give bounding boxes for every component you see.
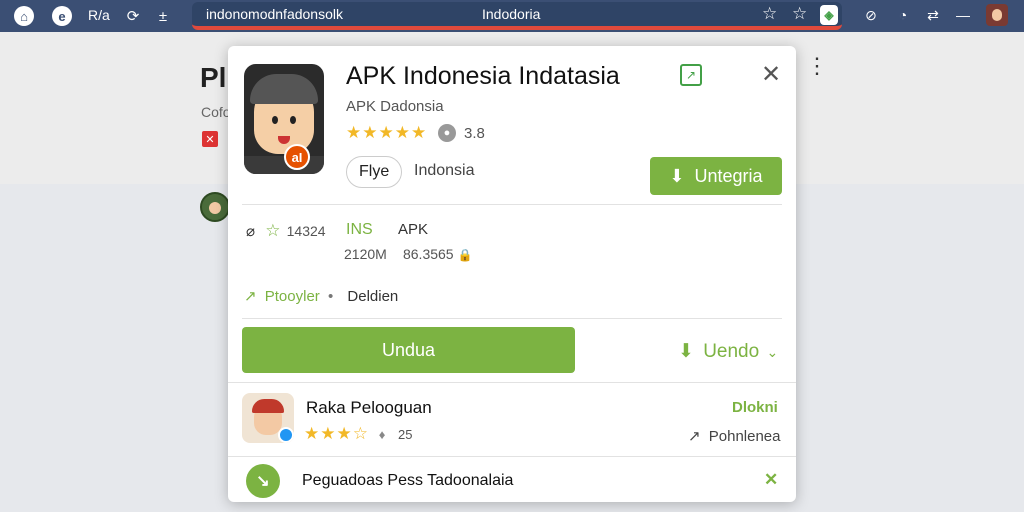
footer-close-icon[interactable]: ✕ (764, 470, 778, 490)
messenger-badge-icon (278, 427, 294, 443)
app-icon-eye (290, 116, 296, 124)
meta-type: APK (398, 221, 429, 238)
meta-row-2: 2120M 86.3565 🔒 (344, 246, 544, 263)
user-icon: ● (438, 124, 456, 142)
block-icon[interactable]: ⊘ (862, 6, 880, 24)
divider (242, 318, 782, 319)
tag-icon: ⌀ (246, 223, 256, 240)
close-icon[interactable]: ✕ (761, 60, 781, 89)
browser-toolbar: ⌂ e R/a ⟳ ± indonomodnfadonsolk Indodori… (0, 0, 1024, 32)
app-developer[interactable]: APK Dadonsia (346, 98, 444, 115)
background-page-title: Pl (200, 62, 227, 93)
meta-label: Ptooyler (264, 288, 320, 305)
version-code: 86.3565 (402, 246, 454, 262)
app-rating-stars: ★★★★★ (346, 123, 428, 142)
related-app-count: 25 (398, 427, 413, 442)
chevron-down-icon: ⌄ (766, 344, 779, 360)
adjust-icon[interactable]: ± (152, 5, 174, 27)
background-avatar (200, 192, 230, 222)
thumb-icon: ♦ (378, 427, 387, 442)
share-icon[interactable]: ↗ (680, 64, 702, 86)
related-app-icon[interactable] (242, 393, 294, 443)
category-pill[interactable]: Flye (346, 156, 403, 188)
download-button-label: Undua (381, 339, 436, 360)
lock-icon: 🔒 (457, 248, 473, 262)
download-icon: ⬇ (669, 165, 685, 186)
file-size: 2120M (344, 246, 387, 262)
more-options-icon[interactable]: ⋮ (806, 55, 828, 77)
app-icon-cap (250, 74, 318, 104)
address-bar[interactable]: indonomodnfadonsolk Indodoria ☆ ☆ ◈ (192, 2, 842, 30)
background-badge-icon: ✕ (202, 131, 218, 147)
history-icon[interactable]: ◔ (894, 6, 912, 24)
related-app-stars: ★★★☆ ♦ (304, 424, 386, 444)
reader-mode-icon[interactable]: R/a (88, 7, 110, 23)
reload-icon[interactable]: ⟳ (122, 5, 144, 27)
star-outline-icon: ☆ (265, 221, 281, 240)
related-app-status: ↗ Pohnlenea (688, 427, 780, 445)
install-button-label: Untegria (694, 165, 763, 186)
address-url[interactable]: indonomodnfadonsolk (206, 6, 343, 22)
sync-icon[interactable]: ⇄ (924, 6, 942, 24)
profile-avatar[interactable] (986, 4, 1008, 26)
dot-separator: • (327, 288, 334, 305)
related-stars-glyphs: ★★★☆ (304, 424, 369, 443)
trend-icon: ↗ (688, 428, 701, 445)
download-count: 14324 (286, 223, 326, 239)
meta-value: Deldien (347, 288, 399, 305)
install-button[interactable]: ⬇ Untegria (650, 157, 782, 195)
meta-tag: INS (346, 221, 373, 238)
footer-app-icon: ↘ (246, 464, 280, 498)
download-arrow-icon: ⬇ (678, 341, 694, 362)
bookmark-star-icon[interactable]: ☆ (762, 4, 777, 24)
divider (228, 382, 796, 383)
browser-logo-icon[interactable]: e (52, 6, 72, 26)
app-flag-badge: aI (284, 144, 310, 170)
meta-row-1: ⌀ ☆ 14324 INS APK (246, 221, 428, 241)
trend-icon: ↗ (244, 288, 257, 305)
background-subtitle: Cofo (201, 104, 231, 120)
download-options-link[interactable]: ⬇ Uendo ⌄ (678, 340, 778, 363)
app-title: APK Indonesia Indatasia (346, 62, 620, 90)
region-label: Indonsia (414, 162, 475, 179)
minimize-icon[interactable]: — (954, 6, 972, 24)
app-icon-eye (272, 116, 278, 124)
app-rating-value: 3.8 (464, 125, 485, 142)
related-app-action[interactable]: Dlokni (732, 399, 778, 416)
related-icon-cap (252, 399, 284, 413)
download-button[interactable]: Undua (242, 327, 575, 373)
related-status-label: Pohnlenea (708, 428, 781, 445)
extension-icon[interactable]: ◈ (820, 5, 838, 25)
category-pill-label: Flye (359, 163, 390, 180)
favorite-star-icon[interactable]: ☆ (792, 4, 807, 24)
divider (242, 204, 782, 205)
address-page-title: Indodoria (482, 6, 541, 22)
divider (228, 456, 796, 457)
footer-text[interactable]: Peguadoas Pess Tadoonalaia (302, 472, 513, 490)
meta-row-3: ↗ Ptooyler • Deldien (244, 287, 398, 305)
related-app-name[interactable]: Raka Pelooguan (306, 398, 432, 418)
download-options-label: Uendo (703, 341, 760, 362)
home-icon[interactable]: ⌂ (14, 6, 34, 26)
app-details-dialog: aI APK Indonesia Indatasia ↗ ✕ APK Dadon… (228, 46, 796, 502)
